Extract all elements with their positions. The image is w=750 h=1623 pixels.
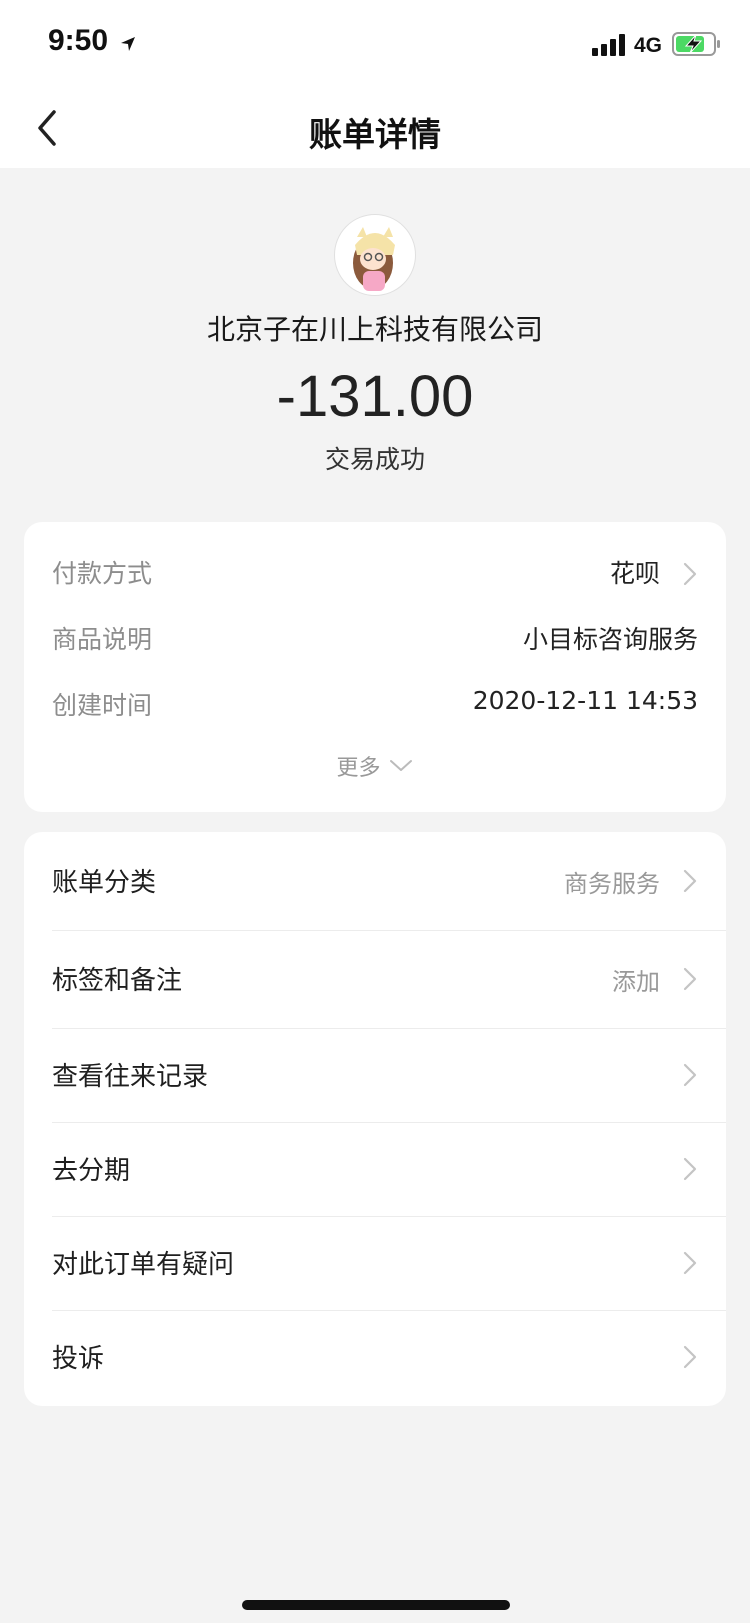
list-item-transaction-records[interactable]: 查看往来记录 bbox=[24, 1028, 726, 1122]
chevron-down-icon bbox=[389, 760, 412, 771]
list-item-bill-category[interactable]: 账单分类 商务服务 bbox=[24, 832, 726, 930]
chevron-right-icon bbox=[683, 1345, 697, 1369]
network-type: 4G bbox=[634, 34, 663, 57]
product-description-row: 商品说明 小目标咨询服务 bbox=[52, 620, 698, 660]
product-description-value: 小目标咨询服务 bbox=[522, 625, 698, 654]
list-item-tags-notes[interactable]: 标签和备注 添加 bbox=[24, 930, 726, 1028]
chevron-right-icon bbox=[683, 1157, 697, 1181]
list-item-order-question[interactable]: 对此订单有疑问 bbox=[24, 1216, 726, 1310]
page-title: 账单详情 bbox=[309, 115, 441, 154]
signal-bars-icon bbox=[592, 34, 625, 56]
transaction-header: 北京子在川上科技有限公司 -131.00 交易成功 bbox=[0, 168, 750, 508]
chevron-right-icon bbox=[683, 562, 697, 586]
chevron-right-icon bbox=[683, 869, 697, 893]
more-label: 更多 bbox=[336, 756, 381, 781]
transaction-records-label: 查看往来记录 bbox=[52, 1062, 209, 1092]
payment-method-row[interactable]: 付款方式 花呗 bbox=[52, 554, 698, 594]
product-description-label: 商品说明 bbox=[52, 625, 153, 654]
transaction-amount: -131.00 bbox=[276, 364, 474, 429]
merchant-name: 北京子在川上科技有限公司 bbox=[206, 313, 543, 346]
avatar-illustration-icon bbox=[353, 227, 395, 291]
bill-category-label: 账单分类 bbox=[52, 868, 157, 898]
actions-card: 账单分类 商务服务 标签和备注 添加 查看往来记录 去分期 对此订单有疑问 投诉 bbox=[24, 832, 726, 1406]
order-question-label: 对此订单有疑问 bbox=[52, 1250, 235, 1280]
list-item-installment[interactable]: 去分期 bbox=[24, 1122, 726, 1216]
payment-method-label: 付款方式 bbox=[52, 559, 153, 588]
installment-label: 去分期 bbox=[52, 1156, 131, 1186]
battery-charging-icon bbox=[672, 32, 720, 56]
tags-notes-label: 标签和备注 bbox=[52, 966, 183, 996]
merchant-avatar bbox=[334, 214, 416, 296]
home-indicator[interactable] bbox=[242, 1600, 510, 1610]
bill-category-value: 商务服务 bbox=[564, 870, 660, 898]
chevron-right-icon bbox=[683, 1251, 697, 1275]
tags-notes-value: 添加 bbox=[612, 968, 660, 996]
nav-bar: 账单详情 bbox=[0, 88, 750, 168]
created-time-row: 创建时间 2020-12-11 14:53 bbox=[52, 686, 698, 726]
chevron-right-icon bbox=[683, 1063, 697, 1087]
created-time-value: 2020-12-11 14:53 bbox=[472, 686, 698, 715]
created-time-label: 创建时间 bbox=[52, 691, 153, 720]
location-arrow-icon bbox=[121, 37, 135, 51]
list-item-complaint[interactable]: 投诉 bbox=[24, 1310, 726, 1406]
complaint-label: 投诉 bbox=[52, 1344, 105, 1374]
chevron-right-icon bbox=[683, 967, 697, 991]
details-card: 付款方式 花呗 商品说明 小目标咨询服务 创建时间 2020-12-11 14:… bbox=[24, 522, 726, 812]
transaction-status: 交易成功 bbox=[324, 445, 425, 474]
payment-method-value: 花呗 bbox=[609, 559, 660, 588]
status-time: 9:50 bbox=[48, 24, 109, 57]
status-bar: 9:50 4G bbox=[0, 0, 750, 88]
more-button[interactable]: 更多 bbox=[24, 750, 726, 782]
